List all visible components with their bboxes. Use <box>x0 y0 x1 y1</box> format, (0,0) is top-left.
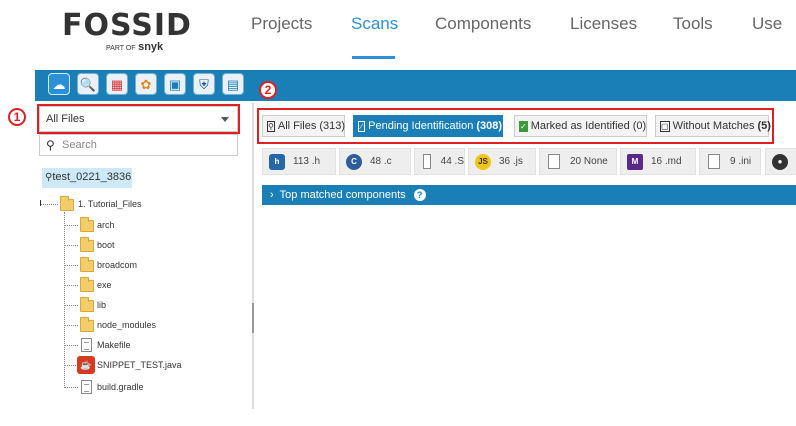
logo-sub-brand: snyk <box>138 41 164 53</box>
logo-subtitle: PART OF snyk <box>106 41 163 53</box>
extension-count: 36 <box>499 156 511 167</box>
extension-count: 113 <box>293 156 309 167</box>
top-matched-components-label: Top matched components <box>279 189 406 201</box>
tree-root-folder[interactable]: 1. Tutorial_Files <box>78 199 142 209</box>
annotation-1-highlight <box>37 104 240 134</box>
clipboard-icon[interactable]: ▣ <box>164 73 186 95</box>
scan-root-node[interactable]: ⚲test_0221_3836 <box>42 168 132 188</box>
tree-connector <box>64 212 65 388</box>
annotation-1-marker: 1 <box>8 108 26 126</box>
annotation-2-marker: 2 <box>259 81 277 99</box>
tree-connector <box>64 345 78 346</box>
tree-connector <box>64 365 76 366</box>
tree-collapse-handle[interactable] <box>40 200 45 206</box>
extension-chip-h[interactable]: h 113 .h <box>262 148 336 175</box>
tree-item-broadcom[interactable]: broadcom <box>97 260 137 270</box>
tree-item-exe[interactable]: exe <box>97 280 112 290</box>
extension-chip-overflow[interactable]: ● <box>765 148 796 175</box>
extension-count: 44 <box>440 156 452 167</box>
tree-item-makefile[interactable]: Makefile <box>97 340 131 350</box>
help-icon[interactable]: ? <box>413 189 426 201</box>
folder-icon <box>80 257 94 272</box>
file-icon <box>81 338 92 352</box>
extension-chip-ini[interactable]: 9 .ini <box>699 148 761 175</box>
tree-item-arch[interactable]: arch <box>97 220 115 230</box>
scan-name: test_0221_3836 <box>52 171 132 183</box>
extension-name: .h <box>311 156 321 167</box>
file-icon <box>81 380 92 394</box>
file-icon <box>423 154 431 169</box>
extension-name: None <box>583 156 608 167</box>
tree-icon[interactable]: ▦ <box>106 73 128 95</box>
extension-chip-none[interactable]: 20 None <box>539 148 617 175</box>
extension-chip-s[interactable]: 44 .S <box>414 148 465 175</box>
tree-connector <box>64 387 78 388</box>
extension-count: 48 <box>370 156 382 167</box>
extension-name: .md <box>664 156 682 167</box>
logo-text: FOSSID <box>62 8 192 43</box>
nav-active-underline <box>352 56 395 59</box>
folder-icon <box>80 217 94 232</box>
search-icon: ⚲ <box>46 138 55 152</box>
folder-icon <box>80 317 94 332</box>
nav-tools[interactable]: Tools <box>673 14 713 34</box>
tree-item-node-modules[interactable]: node_modules <box>97 320 156 330</box>
panel-resize-handle[interactable] <box>252 103 254 409</box>
java-file-icon: ☕ <box>77 356 95 374</box>
file-icon <box>708 154 720 169</box>
js-icon: JS <box>475 153 491 170</box>
tree-item-snippet-test[interactable]: SNIPPET_TEST.java <box>97 360 182 370</box>
folder-icon <box>60 196 74 211</box>
c-icon: C <box>346 153 362 170</box>
fossid-logo[interactable]: FOSSID PART OF snyk <box>62 8 192 53</box>
license-icon[interactable]: ✿ <box>135 73 157 95</box>
folder-icon <box>80 277 94 292</box>
github-icon: ● <box>772 153 788 170</box>
extension-name: .c <box>383 156 392 167</box>
file-icon <box>548 154 560 169</box>
nav-scans[interactable]: Scans <box>351 14 398 34</box>
h-icon: h <box>269 153 285 170</box>
folder-icon <box>80 297 94 312</box>
logo-sub-prefix: PART OF <box>106 45 136 52</box>
extension-name: .S <box>454 156 464 167</box>
top-matched-components-toggle[interactable]: › Top matched components ? <box>262 185 796 205</box>
extension-name: .js <box>512 156 523 167</box>
extension-name: .ini <box>738 156 752 167</box>
extension-count: 9 <box>730 156 736 167</box>
search-icon[interactable]: 🔍 <box>77 73 99 95</box>
upload-icon[interactable]: ☁ <box>48 73 70 95</box>
tree-connector <box>64 305 78 306</box>
chevron-right-icon: › <box>270 189 274 201</box>
shield-icon[interactable]: ⛨ <box>193 73 215 95</box>
nav-users[interactable]: Use <box>752 14 782 34</box>
nav-components[interactable]: Components <box>435 14 531 34</box>
nav-projects[interactable]: Projects <box>251 14 312 34</box>
tree-search-input[interactable]: ⚲ Search <box>39 134 238 156</box>
tree-connector <box>64 285 78 286</box>
tree-item-boot[interactable]: boot <box>97 240 115 250</box>
nav-licenses[interactable]: Licenses <box>570 14 637 34</box>
report-icon[interactable]: ▤ <box>222 73 244 95</box>
tree-connector <box>64 325 78 326</box>
tree-connector <box>64 245 78 246</box>
tree-item-lib[interactable]: lib <box>97 300 106 310</box>
extension-chip-md[interactable]: M 16 .md <box>620 148 696 175</box>
tree-item-build-gradle[interactable]: build.gradle <box>97 382 144 392</box>
annotation-2-highlight <box>257 108 774 144</box>
tree-connector <box>64 225 78 226</box>
resize-grip <box>252 303 254 333</box>
search-placeholder: Search <box>62 139 97 151</box>
extension-chip-c[interactable]: C 48 .c <box>339 148 411 175</box>
extension-chip-js[interactable]: JS 36 .js <box>468 148 536 175</box>
extension-count: 16 <box>651 156 663 167</box>
tree-connector <box>64 265 78 266</box>
folder-icon <box>80 237 94 252</box>
markdown-icon: M <box>627 153 643 170</box>
extension-count: 20 <box>570 156 582 167</box>
